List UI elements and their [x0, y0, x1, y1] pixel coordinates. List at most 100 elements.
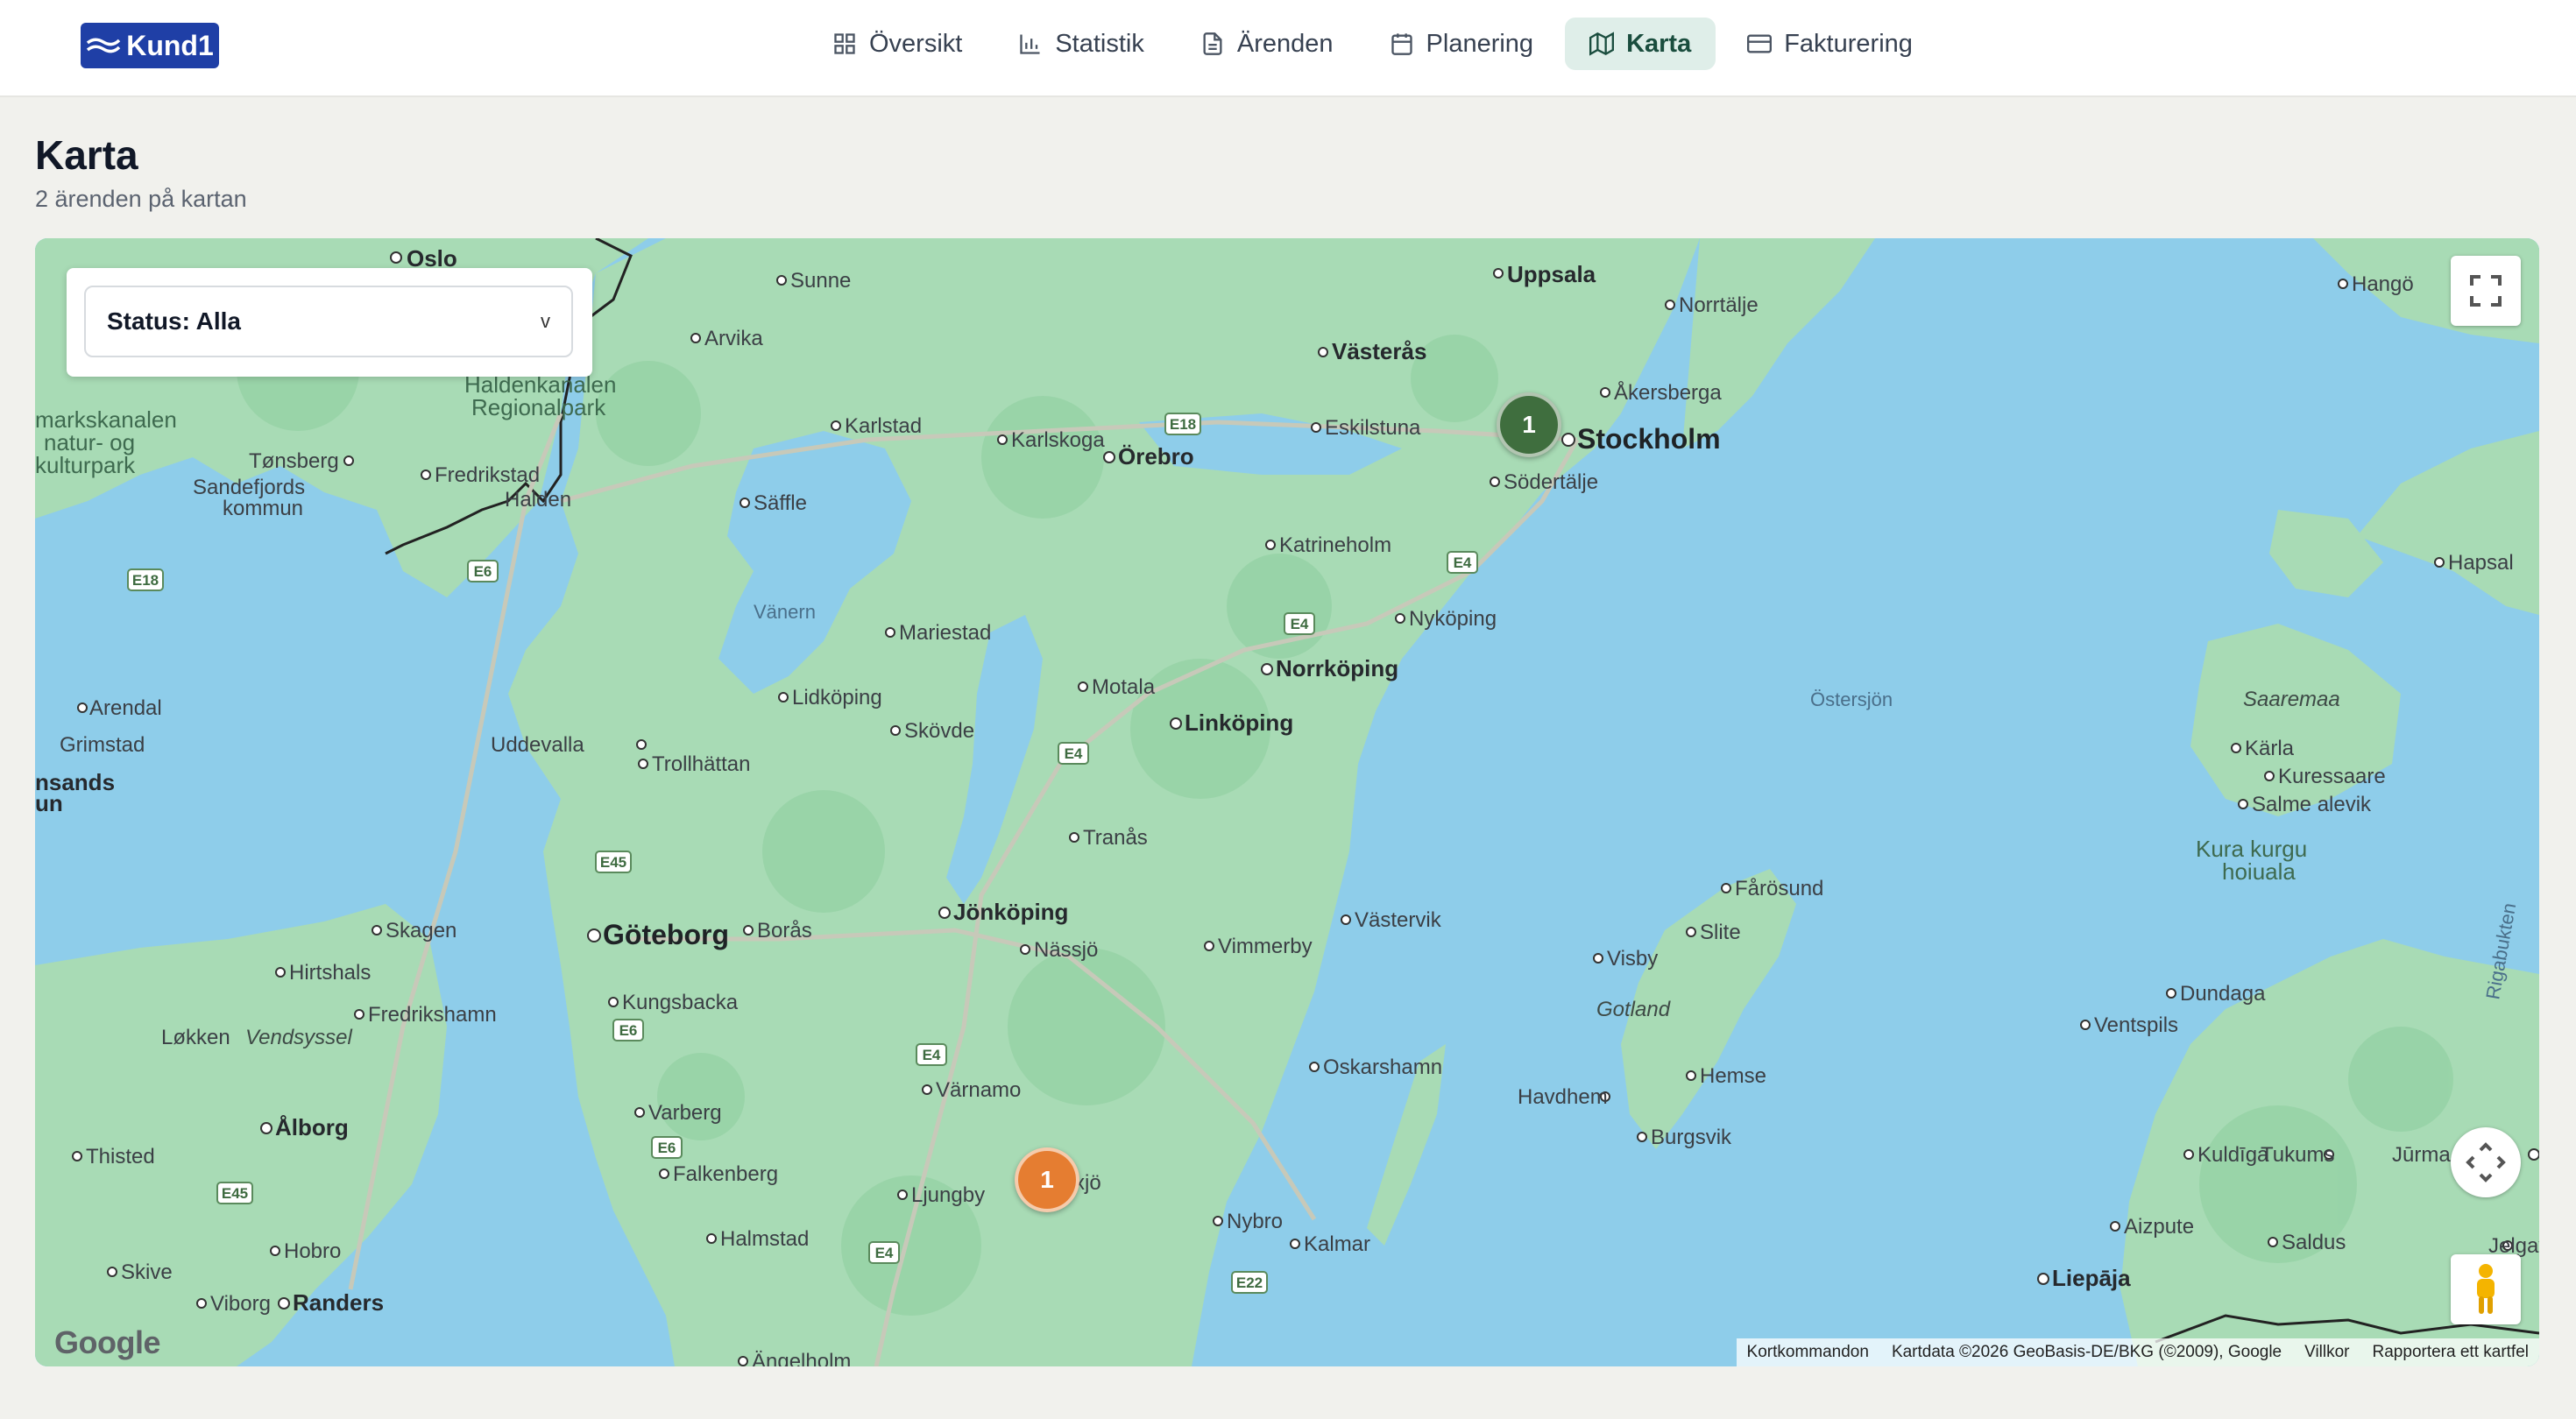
- place-label-kuressaare: Kuressaare: [2278, 765, 2386, 788]
- place-label-kulturpark: kulturpark: [35, 452, 136, 478]
- place-label-nassjo: Nässjö: [1034, 938, 1098, 962]
- road-number: E6: [474, 563, 492, 580]
- road-number: E18: [132, 572, 159, 589]
- road-number: E22: [1236, 1274, 1263, 1291]
- page-title: Karta: [35, 132, 138, 178]
- place-label-hirtshals: Hirtshals: [289, 961, 371, 985]
- place-label-randers: Randers: [293, 1289, 384, 1316]
- place-label-arendal: Arendal: [89, 696, 162, 720]
- tab-planering[interactable]: Planering: [1365, 18, 1559, 70]
- road-shield: E6: [612, 1019, 644, 1041]
- keyboard-shortcuts-link[interactable]: Kortkommandon: [1747, 1343, 1869, 1362]
- place-label-varberg: Varberg: [648, 1101, 722, 1125]
- place-label-visby: Visby: [1607, 947, 1658, 971]
- place-label-un: un: [35, 790, 63, 816]
- tab-label: Översikt: [869, 29, 963, 58]
- place-label-kungsbacka: Kungsbacka: [622, 991, 739, 1014]
- place-label-skagen: Skagen: [386, 919, 456, 942]
- place-label-grimstad: Grimstad: [60, 733, 145, 757]
- map-data-credit: Kartdata ©2026 GeoBasis-DE/BKG (©2009), …: [1891, 1343, 2282, 1361]
- wave-logo-icon: [87, 38, 121, 53]
- place-label-arvika: Arvika: [704, 327, 763, 350]
- tab-label: Statistik: [1055, 29, 1144, 58]
- place-label-kuldiga: Kuldīga: [2197, 1143, 2269, 1167]
- grid-icon: [834, 33, 855, 54]
- place-label-motala: Motala: [1092, 675, 1156, 699]
- tab-arenden[interactable]: Ärenden: [1176, 18, 1358, 70]
- place-label-viborg: Viborg: [210, 1292, 271, 1316]
- google-logo: Google: [54, 1324, 161, 1360]
- road-shield: E22: [1231, 1271, 1268, 1294]
- place-label-fredrikstad: Fredrikstad: [435, 463, 540, 487]
- tab-label: Fakturering: [1784, 29, 1913, 58]
- place-label-skive: Skive: [121, 1260, 173, 1284]
- street-view-pegman-button[interactable]: [2451, 1254, 2521, 1324]
- document-icon: [1203, 32, 1222, 55]
- place-label-hemse: Hemse: [1700, 1064, 1766, 1088]
- place-label-goteborg: Göteborg: [603, 919, 729, 950]
- road-number: E4: [875, 1245, 894, 1261]
- place-label-tukums: Tukums: [2261, 1143, 2334, 1167]
- road-number: E6: [658, 1140, 676, 1156]
- place-label-karlstad: Karlstad: [845, 414, 922, 438]
- road-shield: E4: [1447, 551, 1478, 574]
- road-number: E4: [1454, 554, 1472, 571]
- place-label-salme: Salme alevik: [2252, 793, 2372, 816]
- place-label-eskilstuna: Eskilstuna: [1325, 416, 1421, 440]
- top-navigation-bar: Kund1 Översikt Statistik Ärenden Planeri…: [0, 0, 2576, 97]
- place-label-saaremaa: Saaremaa: [2243, 688, 2340, 711]
- report-error-link[interactable]: Rapportera ett kartfel: [2373, 1343, 2529, 1362]
- tab-statistik[interactable]: Statistik: [994, 18, 1169, 70]
- credit-card-icon: [1747, 34, 1773, 53]
- place-label-norrtalje: Norrtälje: [1679, 293, 1759, 317]
- road-number: E4: [1065, 745, 1083, 762]
- place-label-tonsberg: Tønsberg: [249, 449, 339, 473]
- status-filter-dropdown[interactable]: Status: Alla v: [84, 286, 573, 357]
- road-shield: E18: [127, 568, 164, 591]
- place-label-hoiuala: hoiuala: [2222, 858, 2296, 885]
- place-label-karlskoga: Karlskoga: [1011, 428, 1105, 452]
- terms-link[interactable]: Villkor: [2304, 1343, 2349, 1362]
- map-icon: [1589, 32, 1615, 56]
- place-label-aizpute: Aizpute: [2124, 1215, 2194, 1239]
- place-label-halden: Halden: [505, 488, 571, 512]
- camera-control-button[interactable]: [2451, 1127, 2521, 1197]
- place-label-oskarshamn: Oskarshamn: [1323, 1055, 1442, 1079]
- main-nav: Översikt Statistik Ärenden Planering Kar…: [808, 18, 1937, 70]
- cluster-marker-vaxjo[interactable]: 1: [1015, 1147, 1079, 1212]
- app-logo[interactable]: Kund1: [81, 23, 219, 68]
- place-label-vastervik: Västervik: [1355, 908, 1442, 932]
- tab-oversikt[interactable]: Översikt: [808, 18, 987, 70]
- place-label-ventspils: Ventspils: [2094, 1013, 2178, 1037]
- pegman-icon: [2477, 1264, 2495, 1314]
- tab-karta[interactable]: Karta: [1565, 18, 1716, 70]
- status-filter-card: Status: Alla v: [67, 268, 592, 377]
- place-label-vendsyssel: Vendsyssel: [245, 1026, 353, 1049]
- road-shield: E6: [651, 1136, 683, 1159]
- place-label-varnamo: Värnamo: [936, 1078, 1021, 1102]
- map-base[interactable]: E18 E18 E6 E4 E4 E4 E45 E6 E4 E6 E45 E4 …: [35, 238, 2539, 1366]
- road-number: E4: [1291, 616, 1309, 632]
- place-label-orebro: Örebro: [1118, 443, 1194, 469]
- place-label-angelholm: Ängelholm: [752, 1350, 851, 1366]
- road-shield: E4: [1058, 742, 1089, 765]
- place-label-nybro: Nybro: [1227, 1210, 1283, 1233]
- place-label-halmstad: Halmstad: [720, 1227, 809, 1251]
- place-label-sunne: Sunne: [790, 269, 851, 293]
- place-label-ostersjon: Östersjön: [1810, 688, 1893, 710]
- map-view[interactable]: E18 E18 E6 E4 E4 E4 E45 E6 E4 E6 E45 E4 …: [35, 238, 2539, 1366]
- place-label-gotland: Gotland: [1596, 998, 1671, 1021]
- place-label-sodertalje: Södertälje: [1504, 470, 1598, 494]
- road-number: E18: [1170, 416, 1196, 433]
- road-number: E45: [600, 854, 626, 871]
- place-label-stockholm: Stockholm: [1577, 423, 1721, 455]
- place-label-boras: Borås: [757, 919, 812, 942]
- place-label-kommun: kommun: [223, 497, 303, 520]
- cluster-marker-stockholm[interactable]: 1: [1497, 392, 1561, 457]
- fullscreen-button[interactable]: [2451, 256, 2521, 326]
- tab-fakturering[interactable]: Fakturering: [1723, 18, 1937, 70]
- place-label-katrineholm: Katrineholm: [1279, 533, 1391, 557]
- place-label-kalmar: Kalmar: [1304, 1232, 1370, 1256]
- road-number: E45: [222, 1185, 248, 1202]
- road-shield: E4: [916, 1043, 947, 1066]
